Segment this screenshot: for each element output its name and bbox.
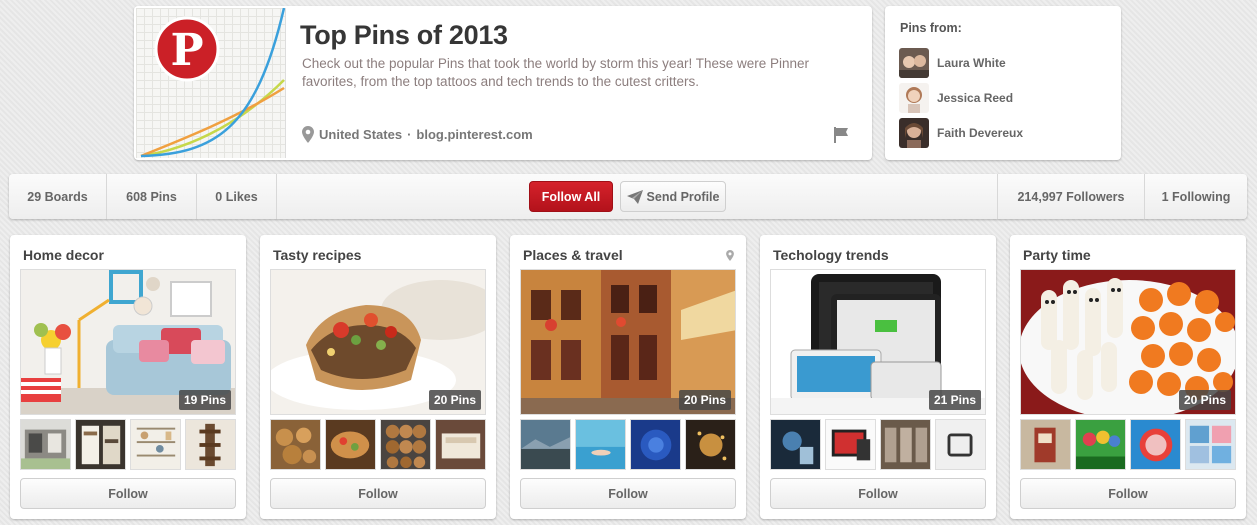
page-title: Top Pins of 2013: [300, 20, 508, 50]
location-pin-icon: [302, 126, 314, 143]
pin-count-badge: 20 Pins: [1178, 390, 1231, 410]
location-separator: ·: [407, 127, 412, 142]
board-thumbnail[interactable]: [520, 419, 571, 470]
pins-tab[interactable]: 608 Pins: [107, 174, 197, 219]
board-thumbnail[interactable]: [20, 419, 71, 470]
board-thumbnails: [770, 419, 986, 470]
board-thumbnail[interactable]: [435, 419, 486, 470]
board-follow-button[interactable]: Follow: [770, 478, 986, 509]
pin-count-badge: 19 Pins: [178, 390, 231, 410]
board-card[interactable]: Home decor 19 Pins Follow: [10, 235, 246, 519]
board-thumbnail[interactable]: [185, 419, 236, 470]
follow-all-button[interactable]: Follow All: [529, 181, 613, 212]
pin-count-badge: 21 Pins: [928, 390, 981, 410]
board-thumbnail[interactable]: [630, 419, 681, 470]
paper-plane-icon: [626, 189, 643, 204]
board-cover-image[interactable]: 20 Pins: [1020, 269, 1236, 415]
board-title[interactable]: Places & travel: [523, 247, 623, 263]
board-thumbnail[interactable]: [1185, 419, 1236, 470]
pin-count-badge: 20 Pins: [428, 390, 481, 410]
location-text: United States: [319, 127, 403, 142]
board-thumbnail[interactable]: [1075, 419, 1126, 470]
pins-from-card: Pins from: Laura White Jessica Reed Fait…: [885, 6, 1121, 160]
flag-icon[interactable]: [834, 127, 848, 143]
board-thumbnails: [520, 419, 736, 470]
board-card[interactable]: Tasty recipes 20 Pins Follow: [260, 235, 496, 519]
board-thumbnails: [1020, 419, 1236, 470]
send-profile-label: Send Profile: [646, 189, 720, 204]
board-thumbnail[interactable]: [935, 419, 986, 470]
board-thumbnail[interactable]: [575, 419, 626, 470]
board-thumbnail[interactable]: [130, 419, 181, 470]
pinner-item[interactable]: Laura White: [899, 48, 1006, 78]
board-title[interactable]: Party time: [1023, 247, 1091, 263]
place-pin-icon: [726, 250, 734, 261]
pins-from-title: Pins from:: [900, 21, 962, 35]
avatar: [899, 118, 929, 148]
board-follow-button[interactable]: Follow: [1020, 478, 1236, 509]
board-thumbnail[interactable]: [825, 419, 876, 470]
board-card[interactable]: Places & travel 20 Pins Follow: [510, 235, 746, 519]
profile-location: United States · blog.pinterest.com: [302, 126, 533, 143]
board-thumbnail[interactable]: [325, 419, 376, 470]
profile-stats-bar: 29 Boards 608 Pins 0 Likes Follow All Se…: [9, 174, 1247, 219]
profile-description: Check out the popular Pins that took the…: [302, 56, 810, 89]
board-card[interactable]: Techology trends 21 Pins Follow: [760, 235, 996, 519]
board-cover-image[interactable]: 20 Pins: [270, 269, 486, 415]
profile-card: P Top Pins of 2013 Check out the popular…: [134, 6, 872, 160]
avatar: [899, 48, 929, 78]
board-follow-button[interactable]: Follow: [270, 478, 486, 509]
board-title[interactable]: Tasty recipes: [273, 247, 361, 263]
board-thumbnail[interactable]: [880, 419, 931, 470]
pinner-name: Laura White: [937, 56, 1006, 70]
board-thumbnail[interactable]: [770, 419, 821, 470]
board-follow-button[interactable]: Follow: [520, 478, 736, 509]
board-cover-image[interactable]: 19 Pins: [20, 269, 236, 415]
profile-avatar: P: [136, 8, 286, 158]
pinner-item[interactable]: Jessica Reed: [899, 83, 1013, 113]
following-tab[interactable]: 1 Following: [1144, 174, 1247, 219]
board-follow-button[interactable]: Follow: [20, 478, 236, 509]
board-thumbnail[interactable]: [270, 419, 321, 470]
board-thumbnail[interactable]: [380, 419, 431, 470]
svg-text:P: P: [170, 25, 203, 76]
board-thumbnail[interactable]: [1130, 419, 1181, 470]
board-title[interactable]: Home decor: [23, 247, 104, 263]
avatar: [899, 83, 929, 113]
followers-tab[interactable]: 214,997 Followers: [997, 174, 1144, 219]
boards-tab[interactable]: 29 Boards: [9, 174, 107, 219]
board-thumbnail[interactable]: [75, 419, 126, 470]
chart-graphic: P: [140, 8, 285, 158]
board-thumbnails: [270, 419, 486, 470]
board-thumbnail[interactable]: [685, 419, 736, 470]
board-title[interactable]: Techology trends: [773, 247, 889, 263]
board-cover-image[interactable]: 20 Pins: [520, 269, 736, 415]
pinner-name: Jessica Reed: [937, 91, 1014, 105]
send-profile-button[interactable]: Send Profile: [620, 181, 726, 212]
pinner-item[interactable]: Faith Devereux: [899, 118, 1023, 148]
website-link[interactable]: blog.pinterest.com: [416, 127, 532, 142]
board-thumbnails: [20, 419, 236, 470]
board-card[interactable]: Party time 20 Pins Follow: [1010, 235, 1246, 519]
pinner-name: Faith Devereux: [937, 126, 1024, 140]
likes-tab[interactable]: 0 Likes: [197, 174, 277, 219]
board-thumbnail[interactable]: [1020, 419, 1071, 470]
board-cover-image[interactable]: 21 Pins: [770, 269, 986, 415]
pin-count-badge: 20 Pins: [678, 390, 731, 410]
